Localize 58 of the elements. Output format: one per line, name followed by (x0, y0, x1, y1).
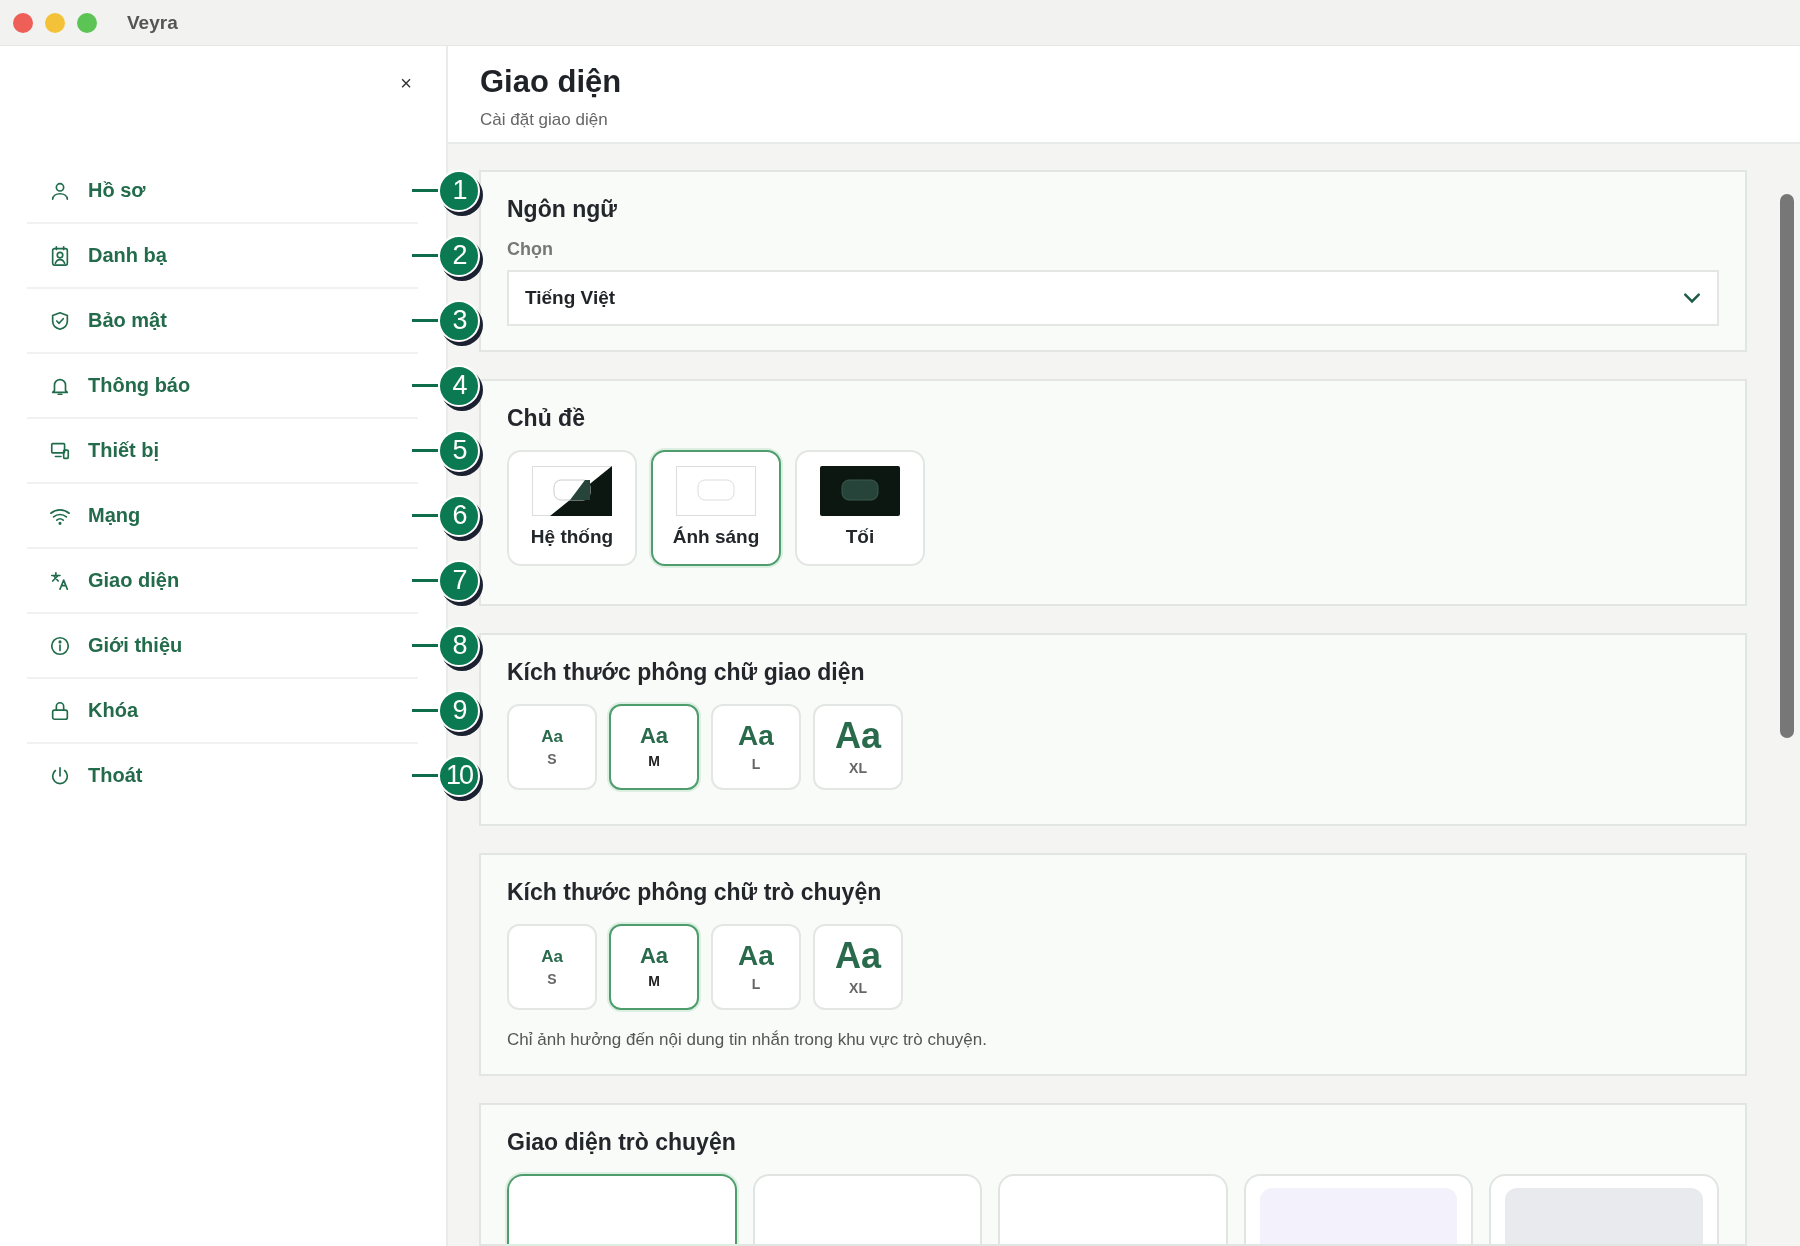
leader-line (412, 514, 438, 517)
translate-icon (49, 569, 71, 592)
section-heading: Chủ đề (507, 405, 586, 432)
close-window-button[interactable] (13, 12, 33, 33)
sidebar-item[interactable]: Giao diện (27, 549, 418, 612)
shield-icon (49, 309, 71, 332)
theme-preview-icon (532, 466, 612, 516)
leader-line (412, 384, 438, 387)
leader-line (412, 254, 438, 257)
theme-option[interactable]: Ánh sáng (651, 450, 781, 566)
minimize-window-button[interactable] (45, 12, 65, 33)
sidebar-item[interactable]: Danh bạ (27, 224, 418, 287)
sidebar-item[interactable]: Mạng (27, 484, 418, 547)
section-heading: Ngôn ngữ (507, 196, 618, 223)
leader-line (412, 774, 438, 777)
theme-option[interactable]: Tối (795, 450, 925, 566)
theme-preview-icon (820, 466, 900, 516)
section-heading: Kích thước phông chữ giao diện (507, 659, 866, 686)
leader-line (412, 709, 438, 712)
font-size-option[interactable]: Aa S (507, 704, 597, 790)
font-size-option[interactable]: Aa M (609, 924, 699, 1010)
lock-icon (49, 699, 71, 722)
scrollbar[interactable] (1780, 194, 1794, 738)
hint-text: Chỉ ảnh hưởng đến nội dung tin nhắn trong khu vực trò chuyện. (507, 1030, 988, 1050)
sidebar-item[interactable]: Thiết bị (27, 419, 418, 482)
sidebar-item[interactable]: Khóa (27, 679, 418, 742)
font-size-option[interactable]: Aa M (609, 704, 699, 790)
contact-icon (49, 244, 71, 267)
chevron-down-icon (1683, 292, 1701, 304)
theme-option[interactable]: Hệ thống (507, 450, 637, 566)
sidebar-item[interactable]: Thông báo (27, 354, 418, 417)
leader-line (412, 319, 438, 322)
page-title: Giao diện (480, 64, 623, 100)
font-size-option[interactable]: Aa S (507, 924, 597, 1010)
power-icon (49, 764, 71, 787)
close-button[interactable]: × (396, 70, 416, 97)
font-size-option[interactable]: Aa XL (813, 704, 903, 790)
language-dropdown[interactable]: Tiếng Việt (507, 270, 1719, 326)
leader-line (412, 644, 438, 647)
font-size-option[interactable]: Aa XL (813, 924, 903, 1010)
leader-line (412, 449, 438, 452)
page-subtitle: Cài đặt giao diện (480, 110, 609, 130)
font-size-option[interactable]: Aa L (711, 924, 801, 1010)
theme-preview-icon (676, 466, 756, 516)
chat-style-option[interactable] (507, 1174, 737, 1244)
leader-line (412, 189, 438, 192)
zoom-window-button[interactable] (77, 12, 97, 33)
section-heading: Kích thước phông chữ trò chuyện (507, 879, 883, 906)
section-heading: Giao diện trò chuyện (507, 1129, 737, 1156)
field-label: Chọn (507, 239, 554, 260)
sidebar-item[interactable]: Thoát (27, 744, 418, 807)
info-icon (49, 634, 71, 657)
font-size-option[interactable]: Aa L (711, 704, 801, 790)
sidebar-item[interactable]: Hồ sơ (27, 159, 418, 222)
sidebar-item[interactable]: Giới thiệu (27, 614, 418, 677)
window-title: Veyra (127, 11, 178, 34)
leader-line (412, 579, 438, 582)
sidebar-item[interactable]: Bảo mật (27, 289, 418, 352)
